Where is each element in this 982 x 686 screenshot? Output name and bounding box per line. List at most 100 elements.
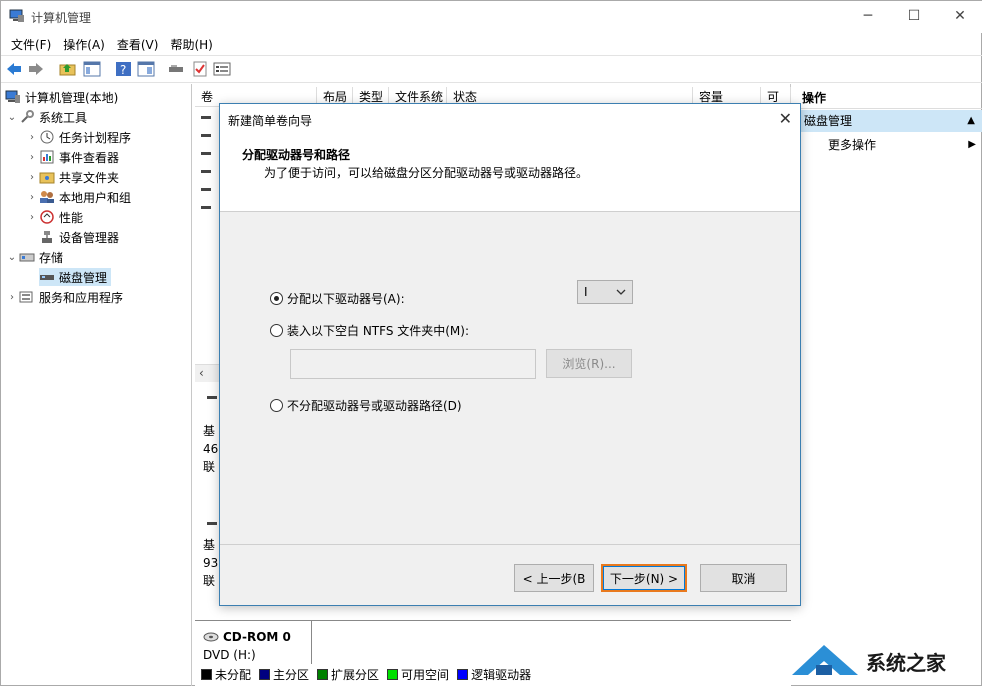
tree-event-viewer[interactable]: › 事件查看器 bbox=[25, 148, 119, 166]
disk-icon bbox=[207, 522, 217, 525]
menu-help[interactable]: 帮助(H) bbox=[164, 36, 218, 53]
tree-disk-management[interactable]: 磁盘管理 bbox=[39, 268, 112, 286]
disk1-size: 93 bbox=[203, 556, 219, 570]
tree-shared-folders-label: 共享文件夹 bbox=[59, 170, 120, 185]
back-arrow-icon[interactable] bbox=[5, 61, 23, 77]
dialog-close-icon[interactable]: ✕ bbox=[779, 109, 792, 128]
legend-label: 主分区 bbox=[273, 667, 310, 682]
watermark: 系统之家 bbox=[788, 629, 982, 686]
legend-item: 可用空间 bbox=[387, 666, 449, 683]
tree-root[interactable]: 计算机管理(本地) bbox=[5, 88, 118, 106]
console-tree-icon[interactable] bbox=[83, 61, 101, 77]
tree-device-manager-label: 设备管理器 bbox=[59, 230, 120, 245]
cdrom-icon bbox=[203, 632, 219, 642]
services-icon bbox=[19, 291, 33, 303]
disk1-info[interactable]: 基 93 联 bbox=[203, 536, 218, 590]
shared-folder-icon bbox=[39, 172, 55, 184]
drive-letter-select[interactable]: I bbox=[577, 280, 633, 304]
close-button[interactable]: ✕ bbox=[937, 1, 982, 31]
radio-mount-folder[interactable]: 装入以下空白 NTFS 文件夹中(M): bbox=[270, 322, 469, 339]
radio-assign-letter-label: 分配以下驱动器号(A): bbox=[287, 292, 405, 306]
radio-no-letter[interactable]: 不分配驱动器号或驱动器路径(D) bbox=[270, 397, 462, 414]
actions-pane: 操作 磁盘管理 ▲ 更多操作 ▶ bbox=[796, 84, 982, 686]
checklist-icon[interactable] bbox=[191, 61, 209, 77]
actions-section-disk-management[interactable]: 磁盘管理 ▲ bbox=[796, 110, 982, 132]
tree-storage[interactable]: ⌄ 存储 bbox=[5, 248, 63, 266]
legend: 未分配 主分区 扩展分区 可用空间 逻辑驱动器 bbox=[195, 664, 791, 684]
volume-row-marker[interactable] bbox=[201, 188, 211, 191]
connect-drive-icon[interactable] bbox=[167, 61, 185, 77]
legend-label: 逻辑驱动器 bbox=[471, 667, 532, 682]
show-hide-action-pane-icon[interactable] bbox=[137, 61, 155, 77]
tree-system-tools-label: 系统工具 bbox=[39, 110, 88, 125]
tree-system-tools[interactable]: ⌄ 系统工具 bbox=[5, 108, 87, 126]
more-actions[interactable]: 更多操作 ▶ bbox=[828, 136, 978, 154]
disk0-type: 基 bbox=[203, 424, 216, 438]
scroll-left-icon[interactable]: ‹ bbox=[199, 366, 204, 380]
tree-services-apps[interactable]: › 服务和应用程序 bbox=[5, 288, 123, 306]
volume-row-marker[interactable] bbox=[201, 152, 211, 155]
tree-storage-label: 存储 bbox=[39, 250, 64, 265]
disk-icon bbox=[207, 396, 217, 399]
radio-no-letter-label: 不分配驱动器号或驱动器路径(D) bbox=[287, 399, 462, 413]
tree-local-users[interactable]: › 本地用户和组 bbox=[25, 188, 131, 206]
computer-icon bbox=[5, 90, 20, 103]
back-button[interactable]: < 上一步(B bbox=[514, 564, 594, 592]
volume-row-marker[interactable] bbox=[201, 170, 211, 173]
browse-button[interactable]: 浏览(R)... bbox=[546, 349, 632, 378]
radio-unselected-icon[interactable] bbox=[270, 324, 283, 337]
disk0-info[interactable]: 基 46 联 bbox=[203, 422, 218, 476]
properties-icon[interactable] bbox=[213, 61, 231, 77]
maximize-button[interactable]: ☐ bbox=[891, 1, 937, 31]
chevron-down-icon[interactable]: ⌄ bbox=[5, 252, 19, 263]
legend-label: 未分配 bbox=[215, 667, 252, 682]
mount-folder-path-field[interactable] bbox=[290, 349, 536, 379]
menu-file[interactable]: 文件(F) bbox=[5, 36, 57, 53]
menu-bar: 文件(F) 操作(A) 查看(V) 帮助(H) bbox=[1, 33, 982, 55]
window-title: 计算机管理 bbox=[31, 11, 92, 25]
legend-item: 扩展分区 bbox=[317, 666, 379, 683]
title-bar: 计算机管理 ─ ☐ ✕ bbox=[1, 1, 982, 33]
disk0-status: 联 bbox=[203, 460, 216, 474]
tree-event-viewer-label: 事件查看器 bbox=[59, 150, 120, 165]
legend-swatch bbox=[259, 668, 271, 680]
tree-shared-folders[interactable]: › 共享文件夹 bbox=[25, 168, 119, 186]
chevron-down-icon[interactable]: ⌄ bbox=[5, 112, 19, 123]
chevron-right-icon[interactable]: › bbox=[25, 132, 39, 143]
cdrom-info[interactable]: CD-ROM 0 DVD (H:) bbox=[203, 628, 291, 664]
tree-task-scheduler[interactable]: › 任务计划程序 bbox=[25, 128, 131, 146]
minimize-button[interactable]: ─ bbox=[845, 1, 891, 31]
tree-performance[interactable]: › 性能 bbox=[25, 208, 83, 226]
menu-action[interactable]: 操作(A) bbox=[57, 36, 111, 53]
tree-services-apps-label: 服务和应用程序 bbox=[39, 290, 124, 305]
actions-header: 操作 bbox=[796, 87, 982, 109]
toolbar: ? bbox=[1, 55, 982, 83]
chevron-right-icon[interactable]: › bbox=[5, 292, 19, 303]
cancel-button[interactable]: 取消 bbox=[700, 564, 787, 592]
chevron-right-icon[interactable]: › bbox=[25, 152, 39, 163]
volume-row-marker[interactable] bbox=[201, 116, 211, 119]
clock-icon bbox=[40, 130, 54, 144]
watermark-text: 系统之家 bbox=[866, 651, 946, 675]
volume-row-marker[interactable] bbox=[201, 206, 211, 209]
menu-view[interactable]: 查看(V) bbox=[111, 36, 165, 53]
volume-row-marker[interactable] bbox=[201, 134, 211, 137]
radio-assign-letter[interactable]: 分配以下驱动器号(A): bbox=[270, 290, 405, 307]
tools-icon bbox=[21, 110, 34, 123]
chevron-right-icon[interactable]: › bbox=[25, 192, 39, 203]
drive-letter-value: I bbox=[584, 285, 588, 299]
radio-selected-icon[interactable] bbox=[270, 292, 283, 305]
forward-arrow-icon[interactable] bbox=[27, 61, 45, 77]
users-icon bbox=[40, 191, 54, 203]
dialog-title: 新建简单卷向导 bbox=[228, 114, 313, 128]
radio-unselected-icon[interactable] bbox=[270, 399, 283, 412]
legend-label: 扩展分区 bbox=[331, 667, 380, 682]
collapse-up-icon[interactable]: ▲ bbox=[967, 110, 975, 132]
up-folder-icon[interactable] bbox=[59, 61, 77, 77]
next-button[interactable]: 下一步(N) > bbox=[601, 564, 687, 592]
help-icon[interactable]: ? bbox=[115, 61, 133, 77]
chevron-right-icon[interactable]: › bbox=[25, 172, 39, 183]
chevron-right-icon[interactable]: › bbox=[25, 212, 39, 223]
new-simple-volume-wizard: 新建简单卷向导 ✕ 分配驱动器号和路径 为了便于访问，可以给磁盘分区分配驱动器号… bbox=[219, 103, 801, 606]
tree-device-manager[interactable]: 设备管理器 bbox=[39, 228, 119, 246]
